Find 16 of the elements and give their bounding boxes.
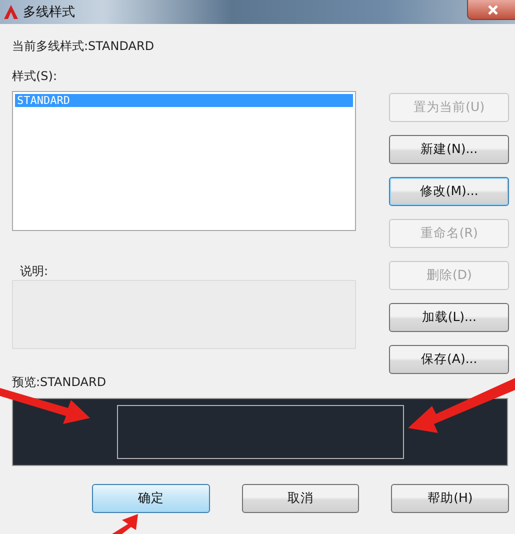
dialog-button[interactable]: 确定	[92, 484, 210, 513]
preview-label: 预览:STANDARD	[12, 374, 108, 391]
current-style-label: 当前多线样式:STANDARD	[12, 38, 156, 55]
window-title: 多线样式	[23, 4, 75, 21]
description-label: 说明:	[20, 263, 50, 280]
side-button[interactable]: 新建(N)...	[389, 135, 509, 164]
dialog-button[interactable]: 取消	[242, 484, 360, 513]
close-icon	[487, 4, 499, 16]
annotation-arrow	[112, 514, 138, 534]
side-button[interactable]: 保存(A)...	[389, 345, 509, 374]
side-button[interactable]: 加载(L)...	[389, 303, 509, 332]
dialog-button[interactable]: 帮助(H)	[391, 484, 510, 513]
close-button[interactable]	[467, 0, 515, 20]
app-logo-icon	[3, 4, 19, 20]
side-button[interactable]: 修改(M)...	[389, 177, 509, 206]
styles-label: 样式(S):	[12, 68, 58, 85]
